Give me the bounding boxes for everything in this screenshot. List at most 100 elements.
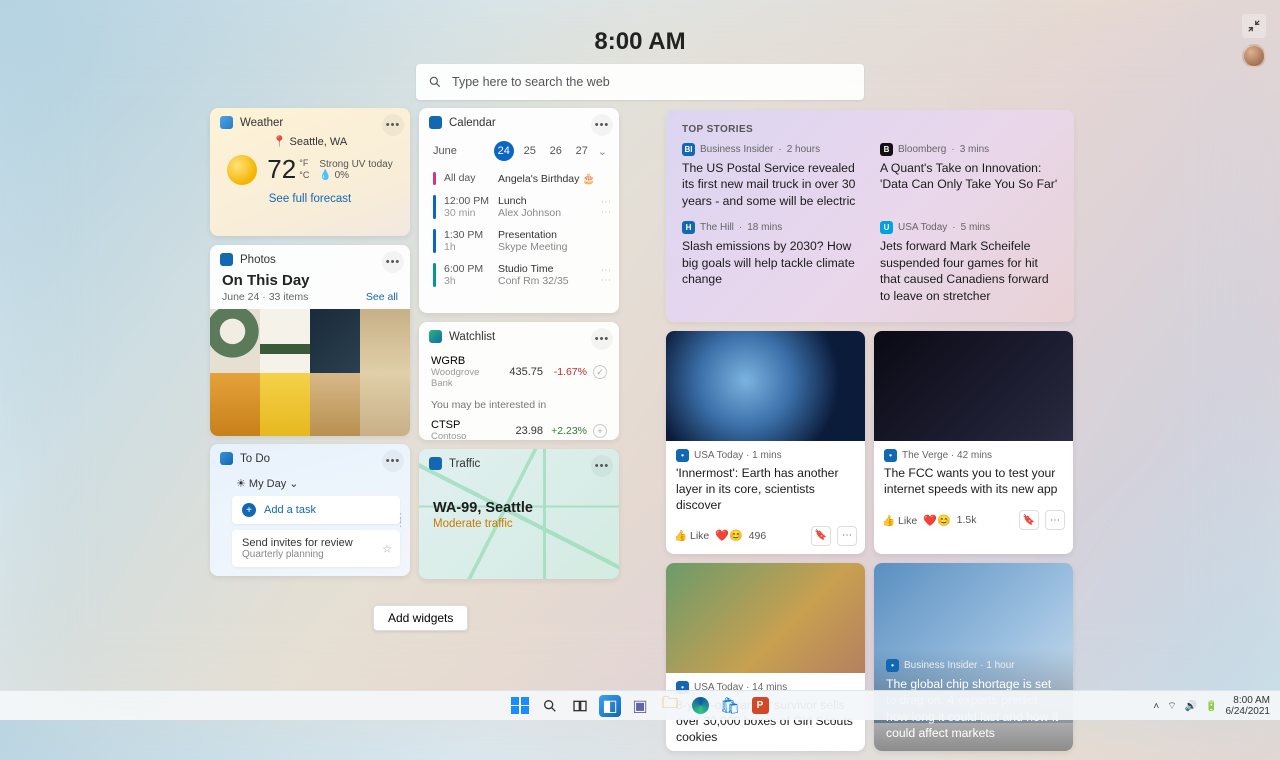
task-view-icon (572, 698, 588, 714)
tray-chevron-icon[interactable]: ˄ (1153, 701, 1159, 712)
like-button[interactable]: 👍 Like (674, 529, 709, 542)
card-more-button[interactable]: ⋯ (837, 526, 857, 546)
edge-button[interactable] (689, 695, 711, 717)
ellipsis-icon: ••• (386, 119, 401, 131)
drag-handle-icon[interactable]: ⋮⋮ (395, 516, 406, 526)
file-explorer-button[interactable]: 🗀 (659, 695, 681, 717)
photos-headline: On This Day (210, 272, 410, 289)
news-card[interactable]: •USA Today · 1 mins 'Innermost': Earth h… (666, 331, 865, 554)
watchlist-more-button[interactable]: ••• (591, 328, 613, 350)
volume-icon[interactable]: 🔊 (1185, 701, 1197, 712)
user-avatar[interactable] (1242, 44, 1266, 68)
weather-temp: 72°F °C (267, 154, 309, 185)
reactions-icon: ❤️😊 (715, 529, 742, 542)
ellipsis-icon: ••• (595, 333, 610, 345)
ellipsis-icon: ••• (386, 256, 401, 268)
search-button[interactable] (539, 695, 561, 717)
calendar-more-button[interactable]: ••• (591, 114, 613, 136)
top-story[interactable]: UUSA Today · 5 mins Jets forward Mark Sc… (880, 221, 1058, 304)
watchlist-suggestion-label: You may be interested in (419, 393, 619, 415)
photos-icon (220, 253, 233, 266)
traffic-widget[interactable]: Traffic ••• WA-99, Seattle Moderate traf… (419, 449, 619, 579)
powerpoint-button[interactable]: P (749, 695, 771, 717)
widgets-button[interactable]: ◧ (599, 695, 621, 717)
calendar-day[interactable]: 24 (494, 141, 514, 161)
news-image (874, 331, 1073, 441)
calendar-day[interactable]: 27 (572, 141, 592, 161)
photos-see-all-link[interactable]: See all (366, 291, 398, 303)
source-icon: BI (682, 143, 695, 156)
see-full-forecast-link[interactable]: See full forecast (210, 185, 410, 205)
photos-grid[interactable] (210, 309, 410, 436)
source-icon: • (676, 449, 689, 462)
photos-more-button[interactable]: ••• (382, 251, 404, 273)
powerpoint-icon: P (752, 697, 769, 714)
calendar-month: June (433, 145, 457, 157)
traffic-title: Traffic (449, 458, 480, 470)
traffic-more-button[interactable]: ••• (591, 455, 613, 477)
add-icon[interactable]: + (593, 424, 607, 438)
source-icon: • (886, 659, 899, 672)
bookmark-button[interactable]: 🔖 (1019, 510, 1039, 530)
calendar-day[interactable]: 25 (520, 141, 540, 161)
calendar-event[interactable]: 1:30 PM1h PresentationSkype Meeting (419, 224, 619, 258)
todo-icon (220, 452, 233, 465)
calendar-event[interactable]: 6:00 PM3h Studio TimeConf Rm 32/35 ⋮⋮ (419, 258, 619, 292)
add-task-button[interactable]: + Add a task (232, 496, 400, 524)
edge-icon (692, 697, 709, 714)
weather-location: 📍 Seattle, WA (210, 135, 410, 148)
stock-row[interactable]: WGRBWoodgrove Bank 435.75 -1.67% ✓ (419, 351, 619, 393)
collapse-icon (1247, 19, 1261, 33)
calendar-day[interactable]: 26 (546, 141, 566, 161)
calendar-widget[interactable]: Calendar ••• June 24 25 26 27 ⌄ All day … (419, 108, 619, 313)
my-day-selector[interactable]: ☀ My Day ⌄ (210, 473, 410, 496)
source-icon: • (884, 449, 897, 462)
photos-widget[interactable]: Photos ••• On This Day June 24 · 33 item… (210, 245, 410, 435)
wifi-icon[interactable]: ⌔ (1167, 700, 1176, 713)
task-title: Send invites for review (242, 537, 353, 549)
tray-clock[interactable]: 8:00 AM 6/24/2021 (1226, 695, 1271, 717)
top-story[interactable]: BIBusiness Insider · 2 hours The US Post… (682, 143, 860, 209)
add-widgets-button[interactable]: Add widgets (373, 605, 468, 631)
news-card[interactable]: •The Verge · 42 mins The FCC wants you t… (874, 331, 1073, 554)
news-card[interactable]: •Business Insider · 1 hour The global ch… (874, 563, 1073, 752)
photos-subtitle: June 24 · 33 items (222, 291, 308, 303)
like-button[interactable]: 👍 Like (882, 514, 917, 527)
windows-icon (511, 697, 529, 715)
weather-more-button[interactable]: ••• (382, 114, 404, 136)
search-icon (542, 698, 558, 714)
bookmark-button[interactable]: 🔖 (811, 526, 831, 546)
task-subtitle: Quarterly planning (242, 549, 324, 560)
ellipsis-icon: ••• (386, 455, 401, 467)
chevron-down-icon[interactable]: ⌄ (598, 145, 607, 158)
drag-handle-icon[interactable]: ⋮⋮ (600, 265, 611, 285)
collapse-button[interactable] (1242, 14, 1266, 38)
top-story[interactable]: HThe Hill · 18 mins Slash emissions by 2… (682, 221, 860, 304)
todo-widget[interactable]: To Do ••• ☀ My Day ⌄ + Add a task Send i… (210, 444, 410, 576)
search-box[interactable]: Type here to search the web (416, 64, 864, 100)
top-story[interactable]: BBloomberg · 3 mins A Quant's Take on In… (880, 143, 1058, 209)
todo-title: To Do (240, 453, 270, 465)
todo-more-button[interactable]: ••• (382, 450, 404, 472)
battery-icon[interactable]: 🔋 (1205, 701, 1217, 712)
watchlist-widget[interactable]: Watchlist ••• WGRBWoodgrove Bank 435.75 … (419, 322, 619, 440)
weather-widget[interactable]: Weather ••• 📍 Seattle, WA 72°F °C Strong… (210, 108, 410, 236)
calendar-event[interactable]: All day Angela's Birthday 🎂 (419, 167, 619, 190)
watchlist-icon (429, 330, 442, 343)
news-image (666, 563, 865, 673)
stock-row[interactable]: CTSPContoso 23.98 +2.23% + (419, 415, 619, 446)
star-icon[interactable]: ☆ (382, 542, 392, 555)
calendar-title: Calendar (449, 117, 496, 129)
reaction-count: 1.5k (957, 514, 977, 526)
news-card[interactable]: •USA Today · 14 mins 8-year-old cancer s… (666, 563, 865, 752)
start-button[interactable] (509, 695, 531, 717)
check-icon[interactable]: ✓ (593, 365, 607, 379)
drag-handle-icon[interactable]: ⋮⋮ (600, 197, 611, 217)
task-view-button[interactable] (569, 695, 591, 717)
store-button[interactable]: 🛍 (719, 695, 741, 717)
plus-icon: + (242, 503, 256, 517)
card-more-button[interactable]: ⋯ (1045, 510, 1065, 530)
calendar-event[interactable]: 12:00 PM30 min LunchAlex Johnson ⋮⋮ (419, 190, 619, 224)
task-item[interactable]: Send invites for review Quarterly planni… (232, 530, 400, 567)
chat-button[interactable]: ▣ (629, 695, 651, 717)
